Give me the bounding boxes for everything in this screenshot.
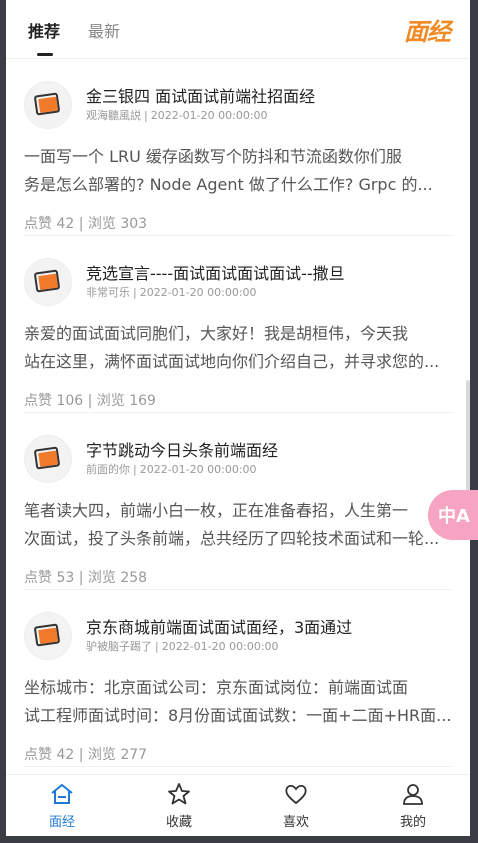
article-card[interactable]: 字节跳动今日头条前端面经 前面的你 | 2022-01-20 00:00:00 笔者… <box>24 413 452 590</box>
article-meta: 驴被脑子踢了 | 2022-01-20 00:00:00 <box>86 640 279 653</box>
article-date: 2022-01-20 00:00:00 <box>161 640 279 653</box>
article-excerpt[interactable]: 亲爱的面试面试同胞们，大家好！我是胡桓伟，今天我 站在这里，满怀面试面试地向你们… <box>24 320 452 376</box>
article-card[interactable]: 竞选宣言----面试面试面试面试--撒旦 非常可乐 | 2022-01-20 00:… <box>24 236 452 413</box>
home-icon <box>51 783 73 804</box>
article-author[interactable]: 非常可乐 <box>86 286 130 299</box>
folder-card-icon <box>34 269 60 293</box>
translate-icon: 中A <box>438 506 470 527</box>
star-icon <box>168 783 190 805</box>
tab-indicator <box>37 53 53 56</box>
top-bar: 推荐 最新 面经 <box>6 0 470 59</box>
excerpt-line: 务是怎么部署的? Node Agent 做了什么工作? Grpc 的... <box>24 175 433 194</box>
excerpt-line: 坐标城市：北京面试公司：京东面试岗位：前端面试面 <box>24 678 409 697</box>
article-title[interactable]: 字节跳动今日头条前端面经 <box>86 437 278 461</box>
article-excerpt[interactable]: 一面写一个 LRU 缓存函数写个防抖和节流函数你们服 务是怎么部署的? Node… <box>24 143 452 199</box>
avatar[interactable] <box>24 258 72 306</box>
user-icon <box>403 784 423 805</box>
excerpt-line: 亲爱的面试面试同胞们，大家好！我是胡桓伟，今天我 <box>24 324 409 343</box>
article-meta: 非常可乐 | 2022-01-20 00:00:00 <box>86 286 257 299</box>
article-author[interactable]: 前面的你 <box>86 463 130 476</box>
article-date: 2022-01-20 00:00:00 <box>139 463 257 476</box>
article-author[interactable]: 驴被脑子踢了 <box>86 640 152 653</box>
article-excerpt[interactable]: 坐标城市：北京面试公司：京东面试岗位：前端面试面 试工程师面试时间：8月份面试面… <box>24 674 452 730</box>
article-meta: 观海聽風説 | 2022-01-20 00:00:00 <box>86 109 268 122</box>
article-author[interactable]: 观海聽風説 <box>86 109 141 122</box>
avatar[interactable] <box>24 435 72 483</box>
tab-recommend[interactable]: 推荐 <box>28 18 60 42</box>
folder-card-icon <box>34 623 60 647</box>
article-title[interactable]: 京东商城前端面试面试面经，3面通过 <box>86 614 352 638</box>
avatar[interactable] <box>24 81 72 129</box>
article-title[interactable]: 竞选宣言----面试面试面试面试--撒旦 <box>86 260 345 284</box>
folder-card-icon <box>34 92 60 116</box>
nav-label: 喜欢 <box>282 815 309 830</box>
translate-float-button[interactable]: 中A <box>428 490 478 540</box>
nav-item-likes[interactable]: 喜欢 <box>256 781 336 830</box>
excerpt-line: 一面写一个 LRU 缓存函数写个防抖和节流函数你们服 <box>24 147 402 166</box>
article-title[interactable]: 金三银四 面试面试前端社招面经 <box>86 83 315 107</box>
nav-label: 收藏 <box>165 815 192 830</box>
article-date: 2022-01-20 00:00:00 <box>150 109 268 122</box>
nav-item-me[interactable]: 我的 <box>373 781 453 830</box>
article-stats: 点赞 106 | 浏览 169 <box>24 393 156 409</box>
article-stats: 点赞 42 | 浏览 303 <box>24 216 148 232</box>
article-stats: 点赞 53 | 浏览 258 <box>24 570 148 586</box>
tab-latest[interactable]: 最新 <box>88 18 120 42</box>
nav-label: 面经 <box>48 815 75 830</box>
article-feed: 金三银四 面试面试前端社招面经 观海聽風説 | 2022-01-20 00:00:0… <box>6 59 470 767</box>
scrollbar-thumb[interactable] <box>466 380 470 490</box>
nav-label: 我的 <box>399 815 426 830</box>
app-logo: 面经 <box>404 18 451 46</box>
nav-item-mianjing[interactable]: 面经 <box>22 781 102 830</box>
folder-card-icon <box>34 446 60 470</box>
app-frame: 推荐 最新 面经 金三银四 面试面试前端社招面经 观海聽風説 | 2022-01-2… <box>6 0 470 836</box>
avatar[interactable] <box>24 612 72 660</box>
article-card[interactable]: 金三银四 面试面试前端社招面经 观海聽風説 | 2022-01-20 00:00:0… <box>24 59 452 236</box>
article-date: 2022-01-20 00:00:00 <box>139 286 257 299</box>
bottom-nav: 面经 收藏 喜欢 我的 <box>6 774 470 836</box>
excerpt-line: 试工程师面试时间：8月份面试面试数：一面+二面+HR面... <box>24 706 452 725</box>
article-card[interactable]: 京东商城前端面试面试面经，3面通过 驴被脑子踢了 | 2022-01-20 00:0… <box>24 590 452 767</box>
excerpt-line: 次面试，投了头条前端，总共经历了四轮技术面试和一轮... <box>24 529 440 548</box>
nav-item-favorites[interactable]: 收藏 <box>139 781 219 830</box>
article-meta: 前面的你 | 2022-01-20 00:00:00 <box>86 463 257 476</box>
excerpt-line: 站在这里，满怀面试面试地向你们介绍自己，并寻求您的... <box>24 352 440 371</box>
excerpt-line: 笔者读大四，前端小白一枚，正在准备春招，人生第一 <box>24 501 409 520</box>
article-stats: 点赞 42 | 浏览 277 <box>24 747 148 763</box>
article-excerpt[interactable]: 笔者读大四，前端小白一枚，正在准备春招，人生第一 次面试，投了头条前端，总共经历… <box>24 497 452 553</box>
heart-icon <box>285 784 307 805</box>
